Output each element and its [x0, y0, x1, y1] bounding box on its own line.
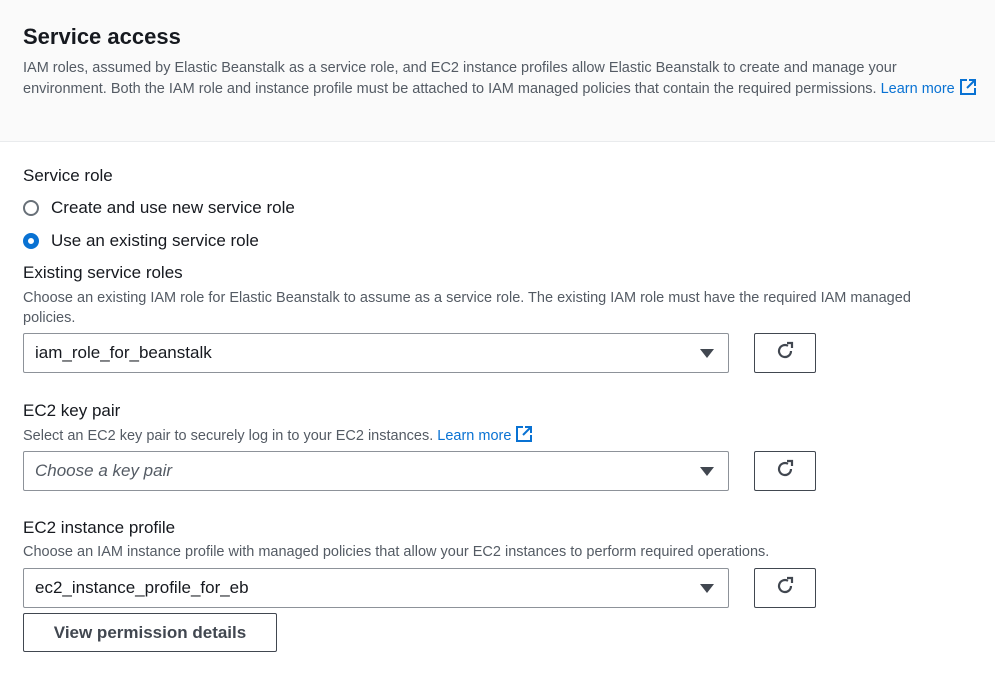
existing-roles-hint: Choose an existing IAM role for Elastic …	[23, 290, 911, 326]
description-text: IAM roles, assumed by Elastic Beanstalk …	[23, 60, 897, 97]
key-pair-hint-text: Select an EC2 key pair to securely log i…	[23, 428, 434, 444]
existing-role-select[interactable]: iam_role_for_beanstalk	[23, 333, 729, 373]
radio-label: Create and use new service role	[51, 198, 295, 217]
instance-profile-label: EC2 instance profile	[23, 518, 176, 537]
key-pair-select[interactable]: Choose a key pair	[23, 451, 729, 491]
key-pair-label: EC2 key pair	[23, 401, 121, 420]
radio-use-existing-role[interactable]: Use an existing service role	[23, 231, 259, 251]
key-pair-placeholder: Choose a key pair	[35, 461, 173, 480]
section-title: Service access	[23, 24, 181, 49]
caret-down-icon	[700, 584, 714, 593]
radio-button-checked[interactable]	[23, 233, 39, 249]
radio-label: Use an existing service role	[51, 231, 259, 250]
key-pair-hint: Select an EC2 key pair to securely log i…	[23, 425, 963, 449]
external-link-icon	[515, 425, 533, 449]
existing-roles-label: Existing service roles	[23, 263, 183, 282]
caret-down-icon	[700, 467, 714, 476]
radio-create-new-role[interactable]: Create and use new service role	[23, 198, 295, 218]
refresh-icon	[774, 575, 796, 602]
view-permission-details-button[interactable]: View permission details	[23, 613, 277, 652]
refresh-instance-profiles-button[interactable]	[754, 568, 816, 608]
learn-more-link[interactable]: Learn more	[881, 79, 977, 97]
refresh-roles-button[interactable]	[754, 333, 816, 373]
refresh-icon	[774, 458, 796, 485]
section-header: Service access IAM roles, assumed by Ela…	[0, 0, 995, 142]
caret-down-icon	[700, 349, 714, 358]
selected-instance-profile: ec2_instance_profile_for_eb	[35, 578, 249, 597]
selected-role: iam_role_for_beanstalk	[35, 343, 212, 362]
service-role-label: Service role	[23, 166, 113, 185]
refresh-key-pairs-button[interactable]	[754, 451, 816, 491]
radio-button-unchecked[interactable]	[23, 200, 39, 216]
external-link-icon	[959, 78, 977, 102]
refresh-icon	[774, 340, 796, 367]
learn-more-link[interactable]: Learn more	[437, 426, 533, 444]
section-description: IAM roles, assumed by Elastic Beanstalk …	[23, 58, 983, 102]
instance-profile-select[interactable]: ec2_instance_profile_for_eb	[23, 568, 729, 608]
instance-profile-hint: Choose an IAM instance profile with mana…	[23, 544, 770, 560]
